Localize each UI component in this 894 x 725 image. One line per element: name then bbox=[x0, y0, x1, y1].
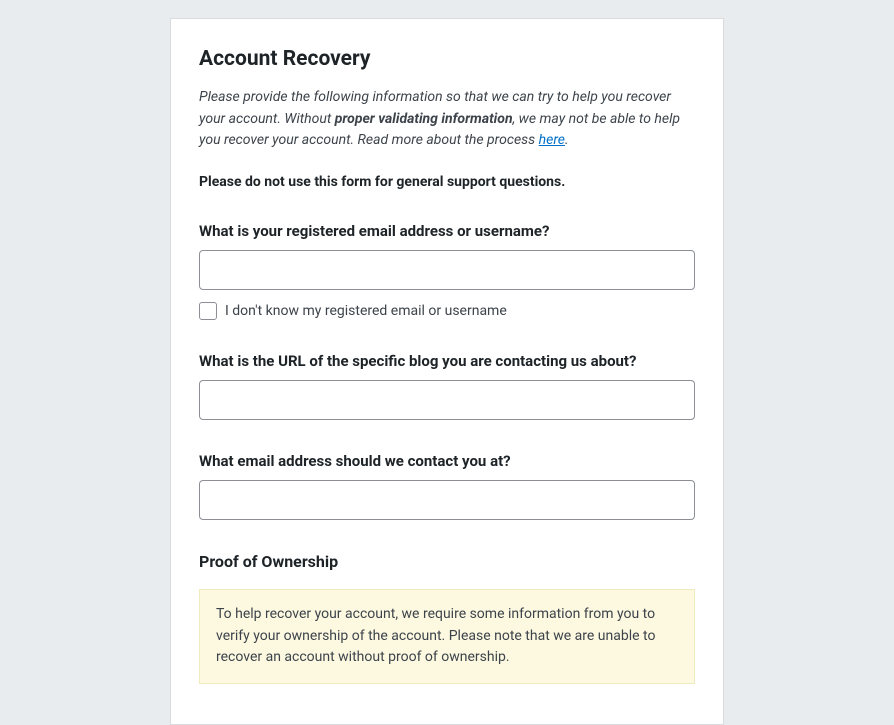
email-username-input[interactable] bbox=[199, 250, 695, 290]
contact-email-input[interactable] bbox=[199, 480, 695, 520]
blog-url-group: What is the URL of the specific blog you… bbox=[199, 352, 695, 420]
blog-url-label: What is the URL of the specific blog you… bbox=[199, 352, 695, 370]
warning-text: Please do not use this form for general … bbox=[199, 174, 695, 190]
contact-email-label: What email address should we contact you… bbox=[199, 452, 695, 470]
email-username-label: What is your registered email address or… bbox=[199, 222, 695, 240]
email-username-group: What is your registered email address or… bbox=[199, 222, 695, 320]
blog-url-input[interactable] bbox=[199, 380, 695, 420]
page-title: Account Recovery bbox=[199, 47, 695, 71]
contact-email-group: What email address should we contact you… bbox=[199, 452, 695, 520]
intro-text: Please provide the following information… bbox=[199, 87, 695, 152]
dont-know-checkbox[interactable] bbox=[199, 302, 217, 320]
intro-part3: . bbox=[565, 132, 569, 148]
intro-strong: proper validating information bbox=[335, 111, 513, 127]
dont-know-label: I don't know my registered email or user… bbox=[225, 303, 507, 319]
form-card: Account Recovery Please provide the foll… bbox=[170, 18, 724, 725]
dont-know-row: I don't know my registered email or user… bbox=[199, 302, 695, 320]
intro-link[interactable]: here bbox=[539, 132, 565, 148]
proof-notice: To help recover your account, we require… bbox=[199, 589, 695, 684]
proof-heading: Proof of Ownership bbox=[199, 552, 695, 571]
